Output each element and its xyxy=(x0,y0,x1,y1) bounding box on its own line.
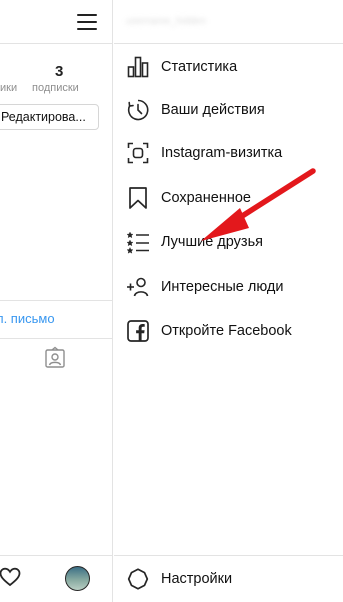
menu-item-open-facebook[interactable]: Откройте Facebook xyxy=(114,309,343,353)
side-drawer-menu: username_hidden Статистика Ваши действия xyxy=(114,0,343,602)
menu-item-label: Сохраненное xyxy=(161,190,251,206)
menu-item-label: Откройте Facebook xyxy=(161,323,292,339)
discover-people-icon xyxy=(126,275,150,299)
divider xyxy=(0,338,112,339)
profile-top-bar xyxy=(0,0,112,44)
tagged-photos-icon[interactable] xyxy=(43,346,67,370)
close-friends-list-icon xyxy=(126,230,150,254)
profile-panel: 3 ики подписки Редактирова... л. письмо xyxy=(0,0,113,602)
followers-label-partial: ики xyxy=(0,82,18,94)
menu-item-insights[interactable]: Статистика xyxy=(114,45,343,89)
settings-gear-icon xyxy=(126,567,150,591)
menu-item-label: Ваши действия xyxy=(161,102,265,118)
drawer-username: username_hidden xyxy=(126,16,207,27)
bookmark-icon xyxy=(126,186,150,210)
menu-item-discover-people[interactable]: Интересные люди xyxy=(114,265,343,309)
menu-item-label: Статистика xyxy=(161,59,238,75)
hamburger-menu-icon[interactable] xyxy=(77,12,99,32)
profile-avatar[interactable] xyxy=(65,566,90,591)
menu-item-your-activity[interactable]: Ваши действия xyxy=(114,88,343,132)
facebook-icon xyxy=(126,319,150,343)
activity-clock-icon xyxy=(126,98,150,122)
following-label[interactable]: подписки xyxy=(32,82,79,94)
menu-item-label: Лучшие друзья xyxy=(161,234,263,250)
menu-item-settings[interactable]: Настройки xyxy=(114,557,343,601)
menu-item-label: Instagram-визитка xyxy=(161,145,283,161)
menu-item-label: Интересные люди xyxy=(161,279,284,295)
drawer-header: username_hidden xyxy=(114,0,343,44)
heart-icon[interactable] xyxy=(0,565,22,589)
menu-item-saved[interactable]: Сохраненное xyxy=(114,176,343,220)
menu-item-label: Настройки xyxy=(161,571,233,587)
following-count: 3 xyxy=(55,63,64,80)
menu-item-nametag[interactable]: Instagram-визитка xyxy=(114,131,343,175)
email-link[interactable]: л. письмо xyxy=(0,311,55,326)
bar-chart-icon xyxy=(126,55,150,79)
menu-item-close-friends[interactable]: Лучшие друзья xyxy=(114,220,343,264)
divider xyxy=(0,300,112,301)
edit-profile-button[interactable]: Редактирова... xyxy=(0,104,99,130)
nametag-scan-icon xyxy=(126,141,150,165)
